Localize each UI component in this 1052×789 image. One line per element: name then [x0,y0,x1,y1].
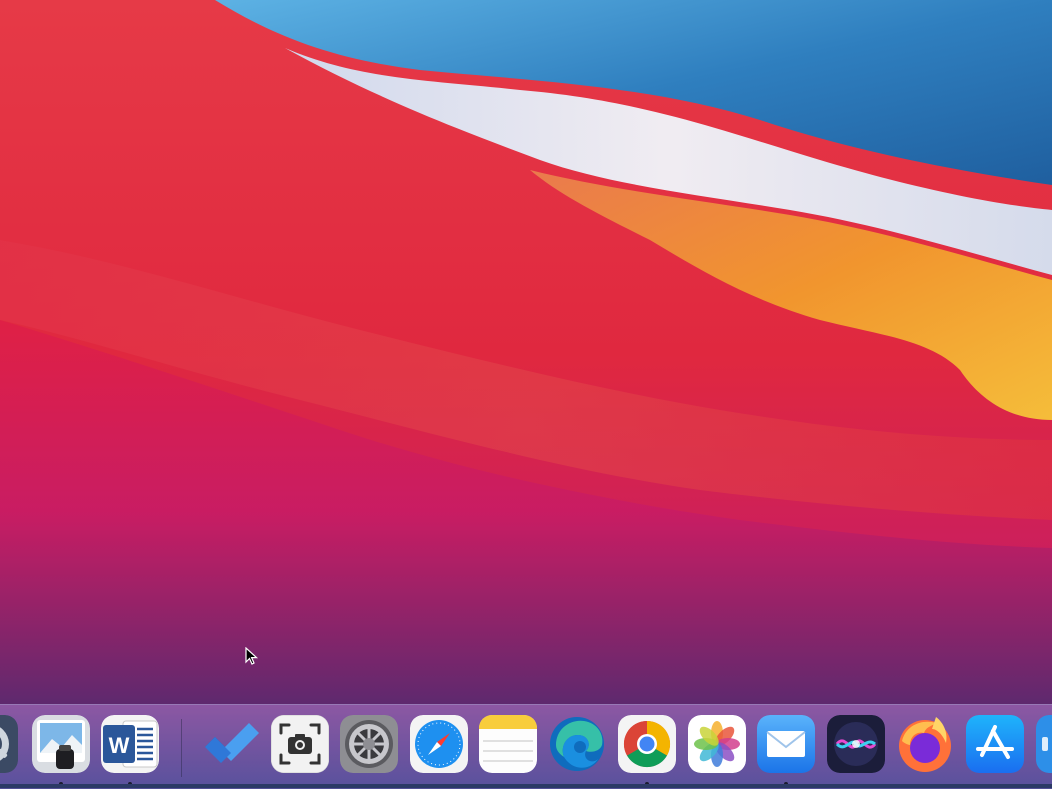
system-preferences-icon [340,715,398,773]
word-icon: W [101,715,159,773]
firefox-icon [899,717,951,772]
dock-app-notes[interactable] [479,715,537,773]
dock-app-partial[interactable] [1036,715,1052,773]
dock-app-firefox[interactable] [896,715,954,773]
notes-icon [479,715,537,773]
siri-icon [827,715,885,773]
dock-app-photos[interactable] [688,715,746,773]
dock-app-siri[interactable] [827,715,885,773]
chrome-icon [618,715,676,773]
mail-icon [757,715,815,773]
dock-app-preview[interactable] [32,715,90,773]
dock-app-word[interactable]: W [101,715,159,773]
dock-app-edge[interactable] [548,715,606,773]
dock-app-chrome[interactable] [618,715,676,773]
word-icon-letter: W [109,733,130,758]
desktop-wallpaper [0,0,1052,788]
photos-icon [688,715,746,773]
dock-app-screenshot[interactable] [271,715,329,773]
partial-app-icon [1036,715,1052,773]
dock: W [0,704,1052,789]
dock-app-quicktime[interactable] [0,715,18,773]
preview-icon [32,715,90,773]
app-store-icon [966,715,1024,773]
microsoft-todo-icon [205,723,259,763]
dock-app-system-preferences[interactable] [340,715,398,773]
screen-bottom-edge [0,784,1052,788]
mouse-cursor-icon [245,647,259,665]
dock-separator [181,719,182,777]
dock-app-todo[interactable] [201,715,259,773]
quicktime-icon [0,715,18,773]
edge-icon [550,717,604,771]
dock-app-safari[interactable] [410,715,468,773]
dock-app-app-store[interactable] [966,715,1024,773]
screenshot-icon [271,715,329,773]
safari-icon [410,715,468,773]
dock-app-mail[interactable] [757,715,815,773]
